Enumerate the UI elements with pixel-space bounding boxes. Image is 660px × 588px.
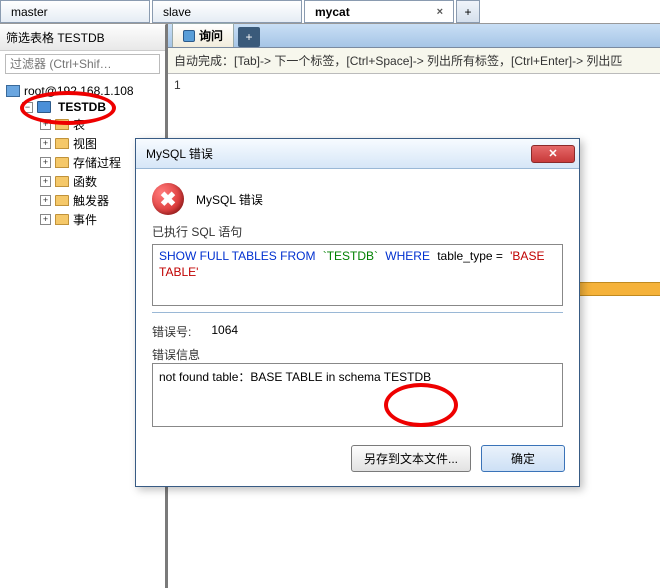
tab-slave[interactable]: slave — [152, 0, 302, 23]
filter-title: 筛选表格 TESTDB — [0, 25, 165, 51]
dialog-titlebar[interactable]: MySQL 错误 ✕ — [136, 139, 579, 169]
tree-node-tables[interactable]: +表 — [4, 115, 161, 134]
folder-icon — [55, 119, 69, 130]
expand-icon[interactable]: + — [40, 214, 51, 225]
autocomplete-hint: 自动完成：[Tab]-> 下一个标签，[Ctrl+Space]-> 列出所有标签… — [168, 48, 660, 74]
database-node[interactable]: − TESTDB — [4, 99, 161, 115]
tab-master[interactable]: master — [0, 0, 150, 23]
server-icon — [6, 85, 20, 97]
expand-icon[interactable]: + — [40, 138, 51, 149]
folder-icon — [55, 157, 69, 168]
collapse-icon[interactable]: − — [22, 102, 33, 113]
folder-icon — [55, 138, 69, 149]
dialog-heading: MySQL 错误 — [196, 191, 263, 208]
errno-value: 1064 — [211, 323, 238, 340]
new-tab-button[interactable]: + — [456, 0, 480, 23]
expand-icon[interactable]: + — [40, 119, 51, 130]
error-icon: ✖ — [152, 183, 184, 215]
folder-icon — [55, 195, 69, 206]
save-to-file-button[interactable]: 另存到文本文件... — [351, 445, 471, 472]
ok-button[interactable]: 确定 — [481, 445, 565, 472]
errno-label: 错误号: — [152, 323, 191, 340]
error-dialog: MySQL 错误 ✕ ✖ MySQL 错误 已执行 SQL 语句 SHOW FU… — [135, 138, 580, 487]
expand-icon[interactable]: + — [40, 195, 51, 206]
folder-icon — [55, 176, 69, 187]
tab-mycat[interactable]: mycat × — [304, 0, 454, 23]
new-query-button[interactable]: + — [238, 27, 260, 47]
database-icon — [37, 101, 51, 113]
errmsg-box[interactable]: not found table：BASE TABLE in schema TES… — [152, 363, 563, 427]
dialog-close-button[interactable]: ✕ — [531, 145, 575, 163]
server-node[interactable]: root@192.168.1.108 — [4, 83, 161, 99]
query-icon — [183, 30, 195, 42]
executed-sql-label: 已执行 SQL 语句 — [152, 223, 563, 240]
close-icon[interactable]: × — [437, 6, 443, 18]
filter-input[interactable] — [5, 54, 160, 74]
folder-icon — [55, 214, 69, 225]
query-tab[interactable]: 询问 — [172, 23, 234, 47]
expand-icon[interactable]: + — [40, 157, 51, 168]
errmsg-label: 错误信息 — [152, 346, 563, 363]
content-tabs: 询问 + — [168, 24, 660, 48]
expand-icon[interactable]: + — [40, 176, 51, 187]
executed-sql-box[interactable]: SHOW FULL TABLES FROM `TESTDB` WHERE tab… — [152, 244, 563, 306]
top-tabs: master slave mycat × + — [0, 0, 660, 24]
dialog-title: MySQL 错误 — [146, 145, 213, 162]
